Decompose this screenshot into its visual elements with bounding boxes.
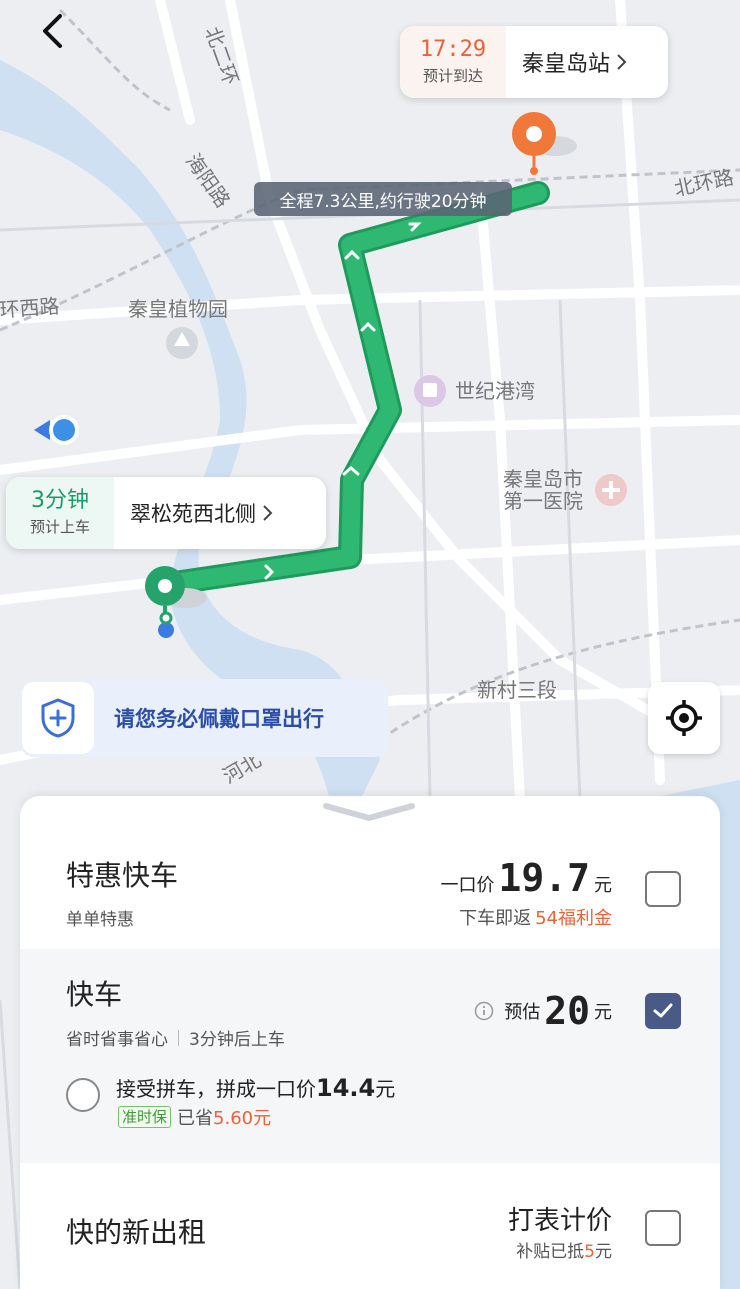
ride-options-sheet: 特惠快车 单单特惠 一口价 19.7 元 下车即返 54福利金 快车 省时省事省心…: [20, 796, 720, 1289]
destination-eta: 17:29 预计到达: [400, 26, 506, 98]
rebate-value: 54福利金: [535, 908, 612, 929]
map-label-botanical-garden: 秦皇植物园: [128, 297, 228, 321]
map-label-century-harbor: 世纪港湾: [455, 379, 535, 403]
crosshair-icon: [666, 700, 702, 736]
option-subtitle-b: 3分钟后上车: [189, 1030, 285, 1050]
taxi-checkbox[interactable]: [645, 1210, 681, 1246]
price-prefix: 一口价: [440, 875, 495, 896]
price-prefix: 预估: [504, 1002, 541, 1023]
express-checkbox[interactable]: [645, 993, 681, 1029]
meter-price-label: 打表计价: [507, 1206, 612, 1236]
pickup-name: 翠松苑西北侧: [130, 502, 256, 526]
price-unit: 元: [594, 875, 612, 896]
chevron-left-icon: [43, 14, 62, 48]
price-value: 20: [544, 989, 590, 1033]
back-button[interactable]: [30, 8, 76, 54]
map-label-hospital-line1: 秦皇岛市: [503, 467, 583, 491]
mask-reminder-banner[interactable]: 请您务必佩戴口罩出行: [20, 679, 388, 757]
on-time-guarantee-badge: 准时保: [118, 1106, 172, 1128]
ride-option-taxi[interactable]: 快的新出租 打表计价 补贴已抵 5 元: [20, 1163, 720, 1289]
chevron-right-icon: [617, 54, 627, 70]
option-title: 特惠快车: [66, 859, 179, 892]
collapse-handle-icon[interactable]: [322, 802, 416, 822]
carpool-saved-value: 5.60元: [213, 1108, 272, 1129]
route-summary: 全程7.3公里,约行驶20分钟: [254, 182, 512, 216]
option-title: 快车: [66, 978, 123, 1011]
pickup-time: 3分钟: [31, 488, 89, 514]
special-express-checkbox[interactable]: [645, 871, 681, 907]
locate-button[interactable]: [648, 682, 720, 754]
map-label-hospital-line2: 第一医院: [503, 489, 583, 513]
map-label-ring-west-road: 环西路: [0, 294, 60, 322]
ride-option-express[interactable]: 快车 省时省事省心 3分钟后上车 预估 20 元 接受拼车，拼成一口价 14.4…: [20, 949, 720, 1163]
destination-time: 17:29: [419, 37, 487, 63]
destination-name: 秦皇岛站: [522, 52, 611, 77]
option-subtitle-a: 省时省事省心: [66, 1030, 168, 1050]
pickup-eta: 3分钟 预计上车: [6, 477, 114, 549]
carpool-unit: 元: [375, 1077, 396, 1101]
info-icon[interactable]: [474, 1001, 494, 1021]
mask-reminder-text: 请您务必佩戴口罩出行: [114, 707, 324, 731]
map-label-xincun: 新村三段: [477, 678, 557, 702]
destination-card[interactable]: 17:29 预计到达 秦皇岛站: [400, 26, 668, 98]
carpool-saved-prefix: 已省: [177, 1108, 214, 1129]
subsidy-prefix: 补贴已抵: [516, 1242, 585, 1262]
shield-icon: [41, 698, 75, 738]
check-icon: [653, 1003, 673, 1018]
carpool-text: 接受拼车，拼成一口价: [116, 1077, 316, 1101]
price-value: 19.7: [498, 856, 590, 900]
destination-eta-label: 预计到达: [422, 66, 483, 85]
subsidy-unit: 元: [595, 1242, 612, 1262]
option-title: 快的新出租: [66, 1216, 207, 1249]
option-subtitle: 单单特惠: [66, 910, 134, 930]
carpool-radio[interactable]: [66, 1078, 100, 1112]
pickup-card[interactable]: 3分钟 预计上车 翠松苑西北侧: [6, 477, 326, 549]
pickup-label: 预计上车: [29, 517, 90, 536]
chevron-right-icon: [263, 505, 273, 521]
price-unit: 元: [594, 1002, 612, 1023]
carpool-price: 14.4: [316, 1074, 376, 1102]
divider: [178, 1029, 179, 1046]
subsidy-value: 5: [584, 1242, 595, 1262]
rebate-prefix: 下车即返: [459, 908, 532, 929]
